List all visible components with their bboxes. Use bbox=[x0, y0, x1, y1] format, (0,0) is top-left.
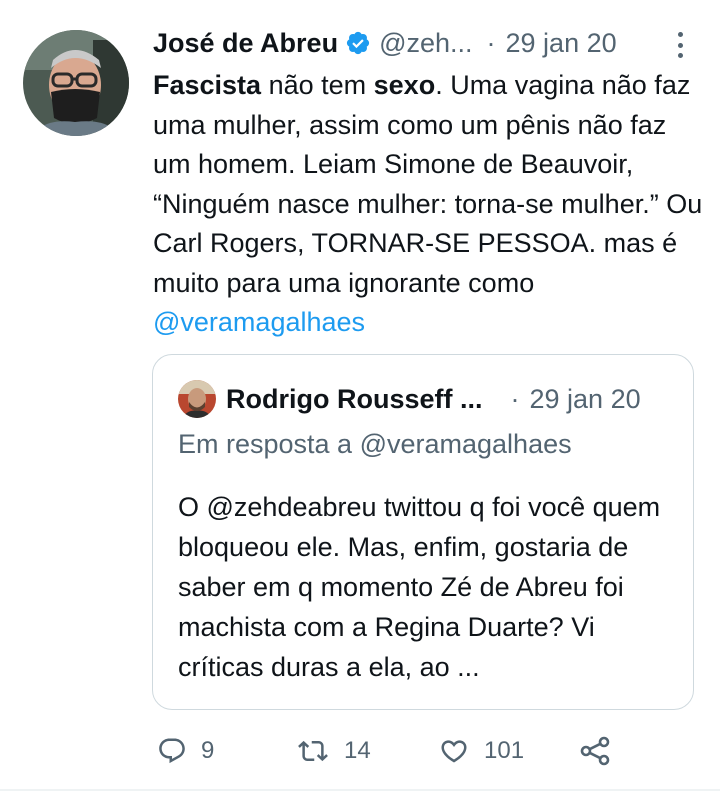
action-bar: 9 14 101 bbox=[0, 726, 720, 776]
quoted-author-avatar bbox=[178, 380, 216, 418]
tweet[interactable]: José de Abreu @zeh... · 29 jan 20 Fascis… bbox=[0, 0, 720, 795]
text-segment: não tem bbox=[261, 70, 374, 100]
reply-button[interactable]: 9 bbox=[157, 726, 214, 776]
retweet-button[interactable]: 14 bbox=[296, 726, 371, 776]
share-icon bbox=[579, 735, 611, 767]
quoted-tweet-header: Rodrigo Rousseff ... · 29 jan 20 bbox=[226, 379, 676, 419]
bottom-divider bbox=[0, 789, 720, 791]
quoted-author-name: Rodrigo Rousseff ... bbox=[226, 383, 483, 414]
bold-word: sexo bbox=[373, 70, 436, 100]
separator-dot: · bbox=[510, 383, 520, 414]
reply-count: 9 bbox=[201, 737, 215, 764]
heart-icon bbox=[438, 736, 470, 766]
quoted-tweet[interactable]: Rodrigo Rousseff ... · 29 jan 20 Em resp… bbox=[152, 354, 694, 710]
quoted-tweet-date: 29 jan 20 bbox=[529, 383, 641, 414]
mention-link[interactable]: @veramagalhaes bbox=[153, 307, 365, 337]
author-avatar[interactable] bbox=[23, 30, 129, 136]
more-vertical-icon[interactable] bbox=[668, 30, 692, 60]
tweet-date[interactable]: 29 jan 20 bbox=[506, 28, 617, 59]
like-button[interactable]: 101 bbox=[438, 726, 524, 776]
separator-dot: · bbox=[486, 27, 496, 58]
quoted-tweet-text: O @zehdeabreu twittou q foi você quem bl… bbox=[178, 492, 661, 682]
reply-icon bbox=[157, 736, 187, 766]
author-name[interactable]: José de Abreu bbox=[153, 28, 338, 59]
text-segment: . Uma vagina não faz uma mulher, assim c… bbox=[153, 70, 703, 298]
retweet-icon bbox=[296, 736, 330, 766]
like-count: 101 bbox=[484, 737, 525, 764]
tweet-header: José de Abreu @zeh... · 29 jan 20 bbox=[153, 22, 693, 64]
bold-word: Fascista bbox=[153, 70, 262, 100]
reply-context: Em resposta a @veramagalhaes bbox=[178, 429, 572, 459]
retweet-count: 14 bbox=[344, 737, 371, 764]
verified-badge-icon bbox=[345, 30, 371, 56]
author-handle[interactable]: @zeh... bbox=[379, 28, 472, 59]
share-button[interactable] bbox=[579, 726, 611, 776]
tweet-text: Fascista não tem sexo. Uma vagina não fa… bbox=[153, 66, 703, 343]
